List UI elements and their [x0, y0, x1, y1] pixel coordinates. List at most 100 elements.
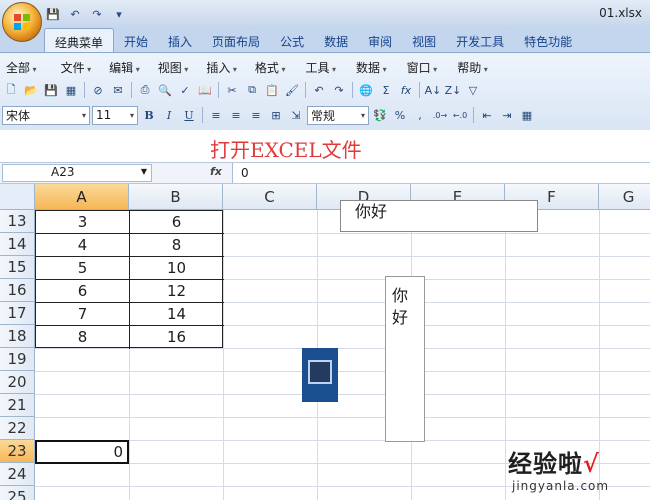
menu-help[interactable]: 帮助 [451, 57, 494, 77]
print-preview-icon[interactable]: 🔍 [156, 81, 174, 99]
insert-function-icon[interactable]: fx [210, 165, 222, 178]
row-header-18[interactable]: 18 [0, 325, 35, 348]
align-center-icon[interactable]: ≡ [227, 106, 245, 124]
cell-a16[interactable]: 6 [36, 280, 129, 303]
menu-all[interactable]: 全部 [0, 57, 43, 77]
row-header-22[interactable]: 22 [0, 417, 35, 440]
redo-icon[interactable]: ↷ [330, 81, 348, 99]
cell-b17[interactable]: 14 [130, 303, 223, 326]
undo-icon[interactable]: ↶ [66, 6, 84, 22]
email-icon[interactable]: ✉ [109, 81, 127, 99]
bold-button[interactable]: B [140, 106, 158, 124]
cell-b14[interactable]: 8 [130, 234, 223, 257]
tab-formulas[interactable]: 公式 [270, 28, 314, 52]
row-header-20[interactable]: 20 [0, 371, 35, 394]
menu-insert[interactable]: 插入 [200, 57, 243, 77]
tab-insert[interactable]: 插入 [158, 28, 202, 52]
tab-review[interactable]: 审阅 [358, 28, 402, 52]
office-button[interactable] [2, 2, 42, 42]
column-header-b[interactable]: B [129, 184, 223, 210]
spelling-icon[interactable]: ✓ [176, 81, 194, 99]
row-header-21[interactable]: 21 [0, 394, 35, 417]
tab-home[interactable]: 开始 [114, 28, 158, 52]
tab-developer[interactable]: 开发工具 [446, 28, 514, 52]
tab-special-features[interactable]: 特色功能 [514, 28, 582, 52]
research-icon[interactable]: 📖 [196, 81, 214, 99]
font-size-select[interactable]: 11 ▾ [92, 105, 138, 125]
paste-icon[interactable]: 📋 [263, 81, 281, 99]
hyperlink-icon[interactable]: 🌐 [357, 81, 375, 99]
number-format-select[interactable]: 常规 ▾ [307, 105, 369, 125]
menu-file[interactable]: 文件 [55, 57, 98, 77]
menu-view[interactable]: 视图 [152, 57, 195, 77]
tab-classic-menu[interactable]: 经典菜单 [44, 28, 115, 52]
column-header-a[interactable]: A [35, 184, 129, 210]
row-header-15[interactable]: 15 [0, 256, 35, 279]
cell-b16[interactable]: 12 [130, 280, 223, 303]
print-icon[interactable]: ⎙ [136, 81, 154, 99]
decrease-indent-icon[interactable]: ⇤ [478, 106, 496, 124]
permission-icon[interactable]: ⊘ [89, 81, 107, 99]
row-header-25[interactable]: 25 [0, 486, 35, 500]
redo-icon[interactable]: ↷ [88, 6, 106, 22]
menu-format[interactable]: 格式 [249, 57, 292, 77]
currency-icon[interactable]: 💱 [371, 106, 389, 124]
sort-descending-icon[interactable]: Z↓ [444, 81, 462, 99]
tab-page-layout[interactable]: 页面布局 [202, 28, 270, 52]
cell-a14[interactable]: 4 [36, 234, 129, 257]
cell-b15[interactable]: 10 [130, 257, 223, 280]
font-name-select[interactable]: 宋体 ▾ [2, 105, 90, 125]
increase-decimal-icon[interactable]: .0→ [431, 106, 449, 124]
cell-a17[interactable]: 7 [36, 303, 129, 326]
row-header-19[interactable]: 19 [0, 348, 35, 371]
row-header-13[interactable]: 13 [0, 210, 35, 233]
percent-icon[interactable]: % [391, 106, 409, 124]
save-icon[interactable]: 💾 [42, 81, 60, 99]
underline-button[interactable]: U [180, 106, 198, 124]
name-box[interactable]: A23 ▼ [2, 164, 152, 182]
comma-icon[interactable]: , [411, 106, 429, 124]
row-header-14[interactable]: 14 [0, 233, 35, 256]
menu-data[interactable]: 数据 [350, 57, 393, 77]
tab-data[interactable]: 数据 [314, 28, 358, 52]
wrap-text-icon[interactable]: ⇲ [287, 106, 305, 124]
horizontal-textbox[interactable]: 你好 [340, 200, 538, 232]
active-cell-a23[interactable]: 0 [35, 440, 129, 464]
borders-icon[interactable]: ▦ [518, 106, 536, 124]
format-painter-icon[interactable]: 🖌 [283, 81, 301, 99]
align-left-icon[interactable]: ≡ [207, 106, 225, 124]
cell-b13[interactable]: 6 [130, 211, 223, 234]
menu-edit[interactable]: 编辑 [103, 57, 146, 77]
cell-b18[interactable]: 16 [130, 326, 223, 349]
menu-window[interactable]: 窗口 [401, 57, 444, 77]
decrease-decimal-icon[interactable]: ←.0 [451, 106, 469, 124]
select-all-button[interactable] [0, 184, 35, 210]
row-header-24[interactable]: 24 [0, 463, 35, 486]
column-header-g[interactable]: G [599, 184, 650, 210]
row-header-17[interactable]: 17 [0, 302, 35, 325]
embedded-picture[interactable] [302, 348, 338, 402]
function-icon[interactable]: fx [397, 81, 415, 99]
vertical-textbox[interactable]: 你 好 [385, 276, 425, 442]
cell-a15[interactable]: 5 [36, 257, 129, 280]
customize-icon[interactable]: ▾ [110, 6, 128, 22]
merge-center-icon[interactable]: ⊞ [267, 106, 285, 124]
row-header-16[interactable]: 16 [0, 279, 35, 302]
cell-a13[interactable]: 3 [36, 211, 129, 234]
increase-indent-icon[interactable]: ⇥ [498, 106, 516, 124]
cell-a18[interactable]: 8 [36, 326, 129, 349]
copy-icon[interactable]: ⧉ [243, 81, 261, 99]
formula-input[interactable]: 0 [232, 163, 650, 183]
italic-button[interactable]: I [160, 106, 178, 124]
menu-tools[interactable]: 工具 [299, 57, 342, 77]
save-icon[interactable]: 💾 [44, 6, 62, 22]
filter-icon[interactable]: ▽ [464, 81, 482, 99]
sort-ascending-icon[interactable]: A↓ [424, 81, 442, 99]
autosum-icon[interactable]: Σ [377, 81, 395, 99]
tab-view[interactable]: 视图 [402, 28, 446, 52]
align-right-icon[interactable]: ≡ [247, 106, 265, 124]
column-header-c[interactable]: C [223, 184, 317, 210]
cut-icon[interactable]: ✂ [223, 81, 241, 99]
row-header-23[interactable]: 23 [0, 440, 35, 463]
excel-icon[interactable]: ▦ [62, 81, 80, 99]
